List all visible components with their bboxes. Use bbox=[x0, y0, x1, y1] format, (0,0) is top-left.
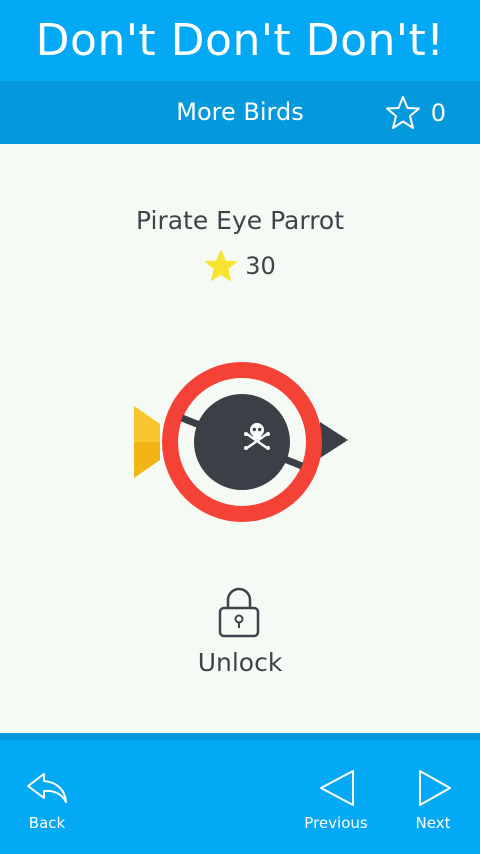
previous-button[interactable]: Previous bbox=[304, 768, 368, 832]
title-bar: Don't Don't Don't! bbox=[0, 0, 480, 81]
star-icon bbox=[205, 250, 238, 281]
triangle-left-icon bbox=[320, 770, 354, 806]
star-count: 0 bbox=[430, 98, 446, 127]
triangle-right-icon bbox=[419, 770, 451, 806]
sub-header: More Birds 0 bbox=[0, 81, 480, 144]
previous-label: Previous bbox=[304, 814, 368, 832]
bird-name: Pirate Eye Parrot bbox=[135, 206, 345, 235]
lock-icon[interactable] bbox=[217, 586, 261, 638]
bird-price: 30 bbox=[0, 248, 480, 284]
star-outline-icon bbox=[385, 95, 420, 129]
unlock-button[interactable]: Unlock bbox=[0, 648, 480, 677]
next-label: Next bbox=[415, 814, 451, 832]
price-value: 30 bbox=[245, 252, 276, 280]
back-label: Back bbox=[28, 814, 66, 832]
app-title: Don't Don't Don't! bbox=[35, 15, 445, 66]
back-arrow-icon bbox=[27, 773, 67, 803]
back-button[interactable]: Back bbox=[22, 768, 72, 832]
next-button[interactable]: Next bbox=[408, 768, 458, 832]
bottom-nav-bar: Back Previous Next bbox=[0, 733, 480, 854]
bird-detail: Pirate Eye Parrot 30 Unlock bbox=[0, 144, 480, 733]
pirate-eye-parrot-image bbox=[134, 362, 348, 522]
star-counter: 0 bbox=[385, 81, 446, 144]
